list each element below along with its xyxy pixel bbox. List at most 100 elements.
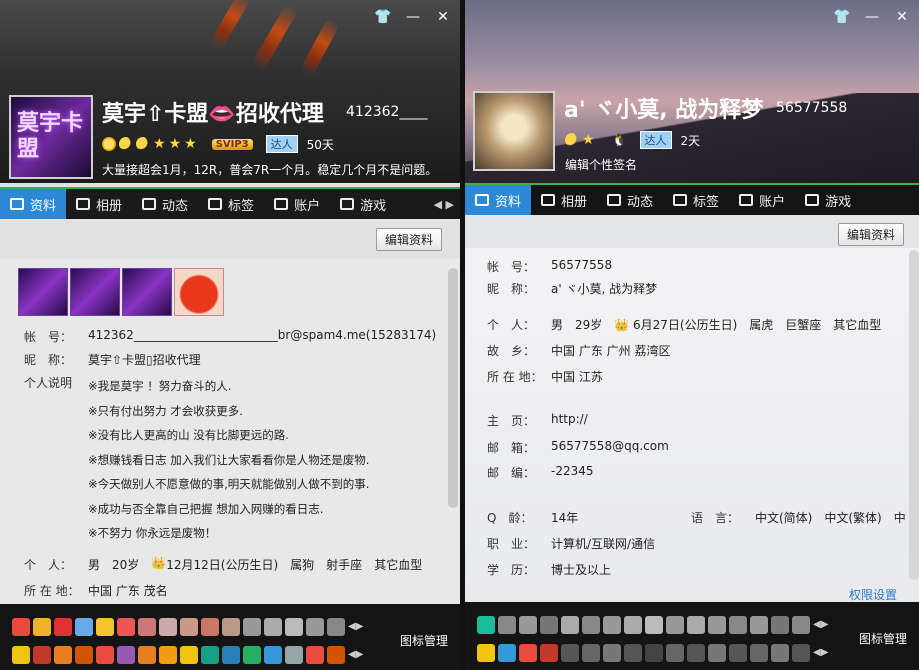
music-icon[interactable]	[687, 644, 705, 662]
pet-icon[interactable]	[138, 618, 156, 636]
pet-icon[interactable]	[138, 646, 156, 664]
car-icon[interactable]	[687, 616, 705, 634]
close-button[interactable]: ✕	[893, 8, 911, 26]
tab-album[interactable]: 相册	[531, 185, 597, 215]
qq-icon[interactable]	[54, 618, 72, 636]
mail-icon[interactable]	[54, 646, 72, 664]
show-icon[interactable]	[33, 618, 51, 636]
pet-icon[interactable]	[771, 616, 789, 634]
vip-medal-icon[interactable]	[174, 268, 224, 316]
car-icon[interactable]	[708, 616, 726, 634]
scrollbar[interactable]	[909, 250, 919, 580]
diamond-icon[interactable]	[306, 618, 324, 636]
close-button[interactable]: ✕	[434, 8, 452, 26]
icon-scroll-arrows[interactable]: ◀▶	[348, 618, 363, 636]
pet-icon[interactable]	[729, 644, 747, 662]
icon-manage-link[interactable]: 图标管理	[859, 630, 907, 647]
signature[interactable]: 大量接超会1月，12R，普会7R一个月。稳定几个月不是问题。	[102, 161, 437, 178]
color-icon[interactable]	[519, 644, 537, 662]
skin-icon[interactable]: 👕	[833, 8, 851, 26]
avatar[interactable]	[473, 91, 555, 171]
heart-icon[interactable]	[498, 616, 516, 634]
tab-album[interactable]: 相册	[66, 189, 132, 219]
tv-icon[interactable]	[201, 646, 219, 664]
cube-icon[interactable]	[582, 644, 600, 662]
tab-feed[interactable]: 动态	[597, 185, 663, 215]
vip-badge[interactable]: SVIP3	[211, 138, 253, 150]
medal-icon[interactable]	[70, 268, 120, 316]
green-icon[interactable]	[477, 616, 495, 634]
tab-profile[interactable]: 资料	[465, 185, 532, 215]
heart-icon[interactable]	[792, 616, 810, 634]
camera-icon[interactable]	[561, 644, 579, 662]
badge-icon[interactable]	[540, 616, 558, 634]
browser-icon[interactable]	[264, 646, 282, 664]
tab-tags[interactable]: 标签	[198, 189, 264, 219]
scrollbar[interactable]	[448, 268, 458, 508]
icon-scroll-arrows[interactable]: ◀▶	[348, 646, 363, 664]
shield-icon[interactable]	[771, 644, 789, 662]
car-icon[interactable]	[666, 616, 684, 634]
tab-feed[interactable]: 动态	[132, 189, 198, 219]
diamond-icon[interactable]	[603, 644, 621, 662]
app-icon[interactable]	[792, 644, 810, 662]
star-icon[interactable]	[477, 644, 495, 662]
trophy-icon[interactable]	[582, 616, 600, 634]
mail-icon[interactable]	[498, 644, 516, 662]
signature-edit[interactable]: 编辑个性签名	[565, 156, 637, 173]
app-icon[interactable]	[708, 644, 726, 662]
minimize-button[interactable]: —	[863, 8, 881, 26]
game-icon[interactable]	[75, 618, 93, 636]
car-icon[interactable]	[729, 616, 747, 634]
badge-icon[interactable]	[750, 644, 768, 662]
space-icon[interactable]	[96, 618, 114, 636]
car-icon[interactable]	[222, 618, 240, 636]
app-icon[interactable]	[540, 644, 558, 662]
video-icon[interactable]	[306, 646, 324, 664]
medal-icon[interactable]	[18, 268, 68, 316]
minimize-button[interactable]: —	[404, 8, 422, 26]
tab-account[interactable]: 账户	[729, 185, 795, 215]
avatar[interactable]: 莫宇卡盟	[9, 95, 93, 179]
car-icon[interactable]	[180, 618, 198, 636]
circle-icon[interactable]	[645, 644, 663, 662]
edit-profile-button[interactable]: 编辑资料	[838, 223, 905, 246]
app-icon[interactable]	[327, 646, 345, 664]
tab-games[interactable]: 游戏	[795, 185, 861, 215]
food-icon[interactable]	[159, 646, 177, 664]
car-icon[interactable]	[201, 618, 219, 636]
star-icon[interactable]	[750, 616, 768, 634]
daren-badge[interactable]: 达人	[265, 135, 298, 153]
heart-icon[interactable]	[243, 618, 261, 636]
diamond-icon[interactable]	[327, 618, 345, 636]
diamond-icon[interactable]	[624, 616, 642, 634]
icon-scroll-arrows[interactable]: ◀▶	[813, 644, 828, 662]
icon-manage-link[interactable]: 图标管理	[400, 632, 448, 649]
star-icon[interactable]	[12, 646, 30, 664]
game-icon[interactable]	[117, 646, 135, 664]
skin-icon[interactable]: 👕	[374, 8, 392, 26]
tab-games[interactable]: 游戏	[330, 189, 396, 219]
diamond-icon[interactable]	[561, 616, 579, 634]
color-icon[interactable]	[33, 646, 51, 664]
music-icon[interactable]	[180, 646, 198, 664]
diamond-icon[interactable]	[603, 616, 621, 634]
diamond-icon[interactable]	[264, 618, 282, 636]
medal-icon[interactable]	[122, 268, 172, 316]
game-icon[interactable]	[666, 644, 684, 662]
diamond-icon[interactable]	[645, 616, 663, 634]
penguin-icon[interactable]: 🐧	[612, 133, 627, 147]
show-icon[interactable]	[96, 646, 114, 664]
heart-icon[interactable]	[519, 616, 537, 634]
car-icon[interactable]	[159, 618, 177, 636]
music-icon[interactable]	[117, 618, 135, 636]
tab-tags[interactable]: 标签	[663, 185, 729, 215]
diamond-icon[interactable]	[285, 618, 303, 636]
book-icon[interactable]	[222, 646, 240, 664]
tab-profile[interactable]: 资料	[0, 189, 67, 219]
tab-account[interactable]: 账户	[264, 189, 330, 219]
privacy-settings-link[interactable]: 权限设置	[849, 586, 897, 602]
app-icon[interactable]	[285, 646, 303, 664]
weiyun-icon[interactable]	[243, 646, 261, 664]
gift-icon[interactable]	[75, 646, 93, 664]
